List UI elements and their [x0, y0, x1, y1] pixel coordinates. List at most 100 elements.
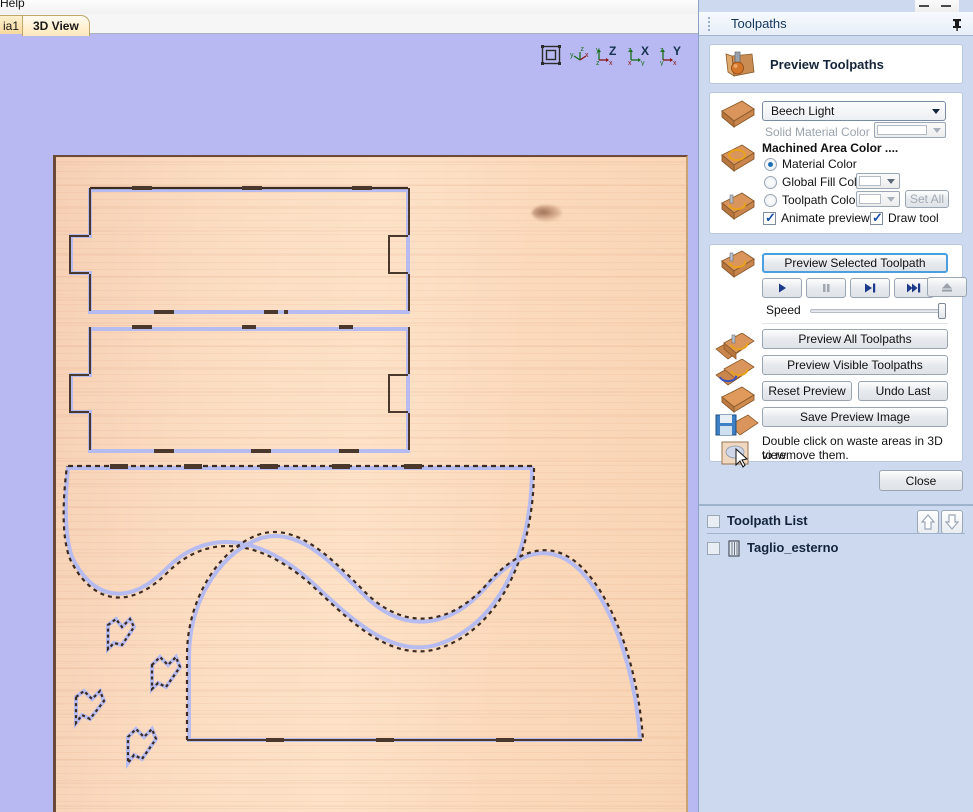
set-all-button[interactable]: Set All — [905, 190, 949, 208]
dock-header: Toolpaths — [699, 12, 973, 36]
toolpath-list-checkbox[interactable] — [707, 515, 720, 528]
menu-item-help[interactable]: Help — [0, 0, 25, 10]
toolpath-item-label: Taglio_esterno — [747, 540, 839, 555]
radio-material-color[interactable] — [764, 158, 777, 171]
radio-material-color-label: Material Color — [782, 157, 857, 171]
toolpath-geometry: .tp { fill:none; stroke:#b6bbf0; stroke-… — [62, 186, 645, 769]
material-settings-group: Beech Light Solid Material Color Machine… — [709, 92, 963, 234]
radio-global-fill-color[interactable] — [764, 176, 777, 189]
dock-title: Toolpaths — [731, 16, 787, 31]
svg-text:z: z — [596, 60, 600, 66]
undo-last-button[interactable]: Undo Last — [858, 381, 948, 401]
svg-text:z: z — [581, 46, 585, 53]
step-forward-icon — [865, 283, 876, 293]
svg-text:x: x — [673, 60, 677, 66]
toolpaths-dock-panel: Toolpaths Preview Toolpaths Beech Light … — [698, 0, 973, 812]
solid-material-color-box — [877, 125, 927, 135]
menu-bar: Help — [0, 0, 700, 14]
global-fill-color-swatch[interactable] — [856, 173, 900, 189]
toolpath-list-separator — [707, 533, 965, 534]
fast-forward-icon — [907, 283, 921, 293]
solid-material-color-swatch[interactable] — [874, 122, 946, 138]
reset-preview-button[interactable]: Reset Preview — [762, 381, 852, 401]
move-up-button[interactable] — [917, 510, 939, 534]
toolpath-color-swatch[interactable] — [856, 191, 900, 207]
radio-global-fill-color-label: Global Fill Color — [782, 175, 868, 189]
chevron-down-icon — [887, 197, 895, 202]
chevron-down-icon — [887, 179, 895, 184]
radio-toolpath-color[interactable] — [764, 194, 777, 207]
tab-3d-view-label: 3D View — [33, 19, 79, 33]
speed-slider-thumb[interactable] — [938, 303, 946, 319]
material-block[interactable]: .tp { fill:none; stroke:#b6bbf0; stroke-… — [53, 155, 688, 812]
play-icon — [779, 283, 786, 293]
arrow-down-icon — [944, 514, 960, 530]
preview-all-toolpaths-button[interactable]: Preview All Toolpaths — [762, 329, 948, 349]
divider-line — [762, 323, 948, 324]
waste-hint-line-2: to remove them. — [762, 448, 849, 462]
svg-text:Y: Y — [673, 44, 681, 58]
preview-toolpaths-group: Preview Toolpaths — [709, 44, 963, 84]
table-row[interactable]: Taglio_esterno — [699, 536, 973, 562]
animate-preview-label: Animate preview — [781, 211, 870, 225]
material-block-icon — [716, 99, 758, 136]
dock-drag-grip[interactable] — [707, 16, 711, 32]
preview-actions-group: Preview Selected Toolpath Speed Preview … — [709, 244, 963, 468]
machined-area-icon — [716, 143, 758, 180]
x-view-icon[interactable]: z x y X — [628, 44, 654, 66]
speed-label: Speed — [766, 303, 801, 317]
tab-document-partial-label: ia1 — [3, 19, 20, 33]
pin-icon[interactable] — [950, 17, 964, 31]
toolpath-list-title: Toolpath List — [727, 513, 808, 528]
isometric-view-icon[interactable]: z y x — [568, 44, 590, 66]
arrow-up-icon — [920, 514, 936, 530]
eject-button[interactable] — [927, 277, 967, 297]
chevron-down-icon — [932, 109, 940, 114]
chevron-down-icon — [933, 128, 941, 133]
draw-tool-checkbox[interactable] — [870, 210, 883, 226]
radio-toolpath-color-label: Toolpath Color — [782, 193, 860, 207]
machined-area-color-label: Machined Area Color .... — [762, 141, 899, 155]
window-controls[interactable] — [915, 0, 959, 12]
solid-material-color-label: Solid Material Color — [765, 125, 870, 139]
toolpath-preview-icon — [718, 50, 758, 83]
document-tab-strip: ia1 3D View — [0, 14, 700, 36]
preview-toolpaths-title: Preview Toolpaths — [770, 57, 884, 72]
global-fill-color-box — [859, 176, 881, 186]
play-button[interactable] — [762, 278, 802, 298]
step-button[interactable] — [850, 278, 890, 298]
close-button[interactable]: Close — [879, 470, 963, 491]
toolpath-color-box — [859, 194, 881, 204]
preview-visible-toolpaths-button[interactable]: Preview Visible Toolpaths — [762, 355, 948, 375]
material-select[interactable]: Beech Light — [762, 101, 946, 121]
svg-text:x: x — [628, 60, 632, 66]
minimize-icon[interactable] — [919, 5, 929, 7]
svg-text:x: x — [609, 60, 613, 66]
three-d-view-canvas[interactable]: z y x y z x Z z x y X z y x Y — [0, 34, 698, 812]
save-preview-image-button[interactable]: Save Preview Image — [762, 407, 948, 427]
y-view-icon[interactable]: z y x Y — [660, 44, 686, 66]
draw-tool-label: Draw tool — [888, 211, 939, 225]
speed-slider-track[interactable] — [810, 309, 942, 313]
preview-selected-toolpath-button[interactable]: Preview Selected Toolpath — [762, 253, 948, 273]
svg-text:y: y — [570, 52, 574, 59]
animate-preview-checkbox[interactable] — [763, 210, 776, 226]
waste-area-hint-icon — [716, 439, 758, 472]
svg-text:X: X — [641, 44, 649, 58]
pause-button[interactable] — [806, 278, 846, 298]
pause-icon — [823, 284, 830, 292]
svg-text:Z: Z — [609, 44, 616, 58]
dock-section-divider — [699, 504, 973, 506]
restore-icon[interactable] — [941, 5, 951, 7]
move-down-button[interactable] — [941, 510, 963, 534]
fit-to-view-icon[interactable] — [540, 44, 562, 66]
eject-icon — [942, 283, 952, 292]
application-window: Help ia1 3D View z y x y z x Z z x y X z… — [0, 0, 973, 812]
tab-3d-view[interactable]: 3D View — [22, 15, 90, 36]
animate-preview-icon — [716, 191, 758, 228]
toolpath-list-header-row: Toolpath List — [699, 509, 973, 535]
material-select-value: Beech Light — [771, 104, 835, 118]
z-view-icon[interactable]: y z x Z — [596, 44, 622, 66]
view-orientation-toolbar: z y x y z x Z z x y X z y x Y — [540, 42, 686, 68]
toolpath-item-checkbox[interactable] — [707, 542, 720, 555]
